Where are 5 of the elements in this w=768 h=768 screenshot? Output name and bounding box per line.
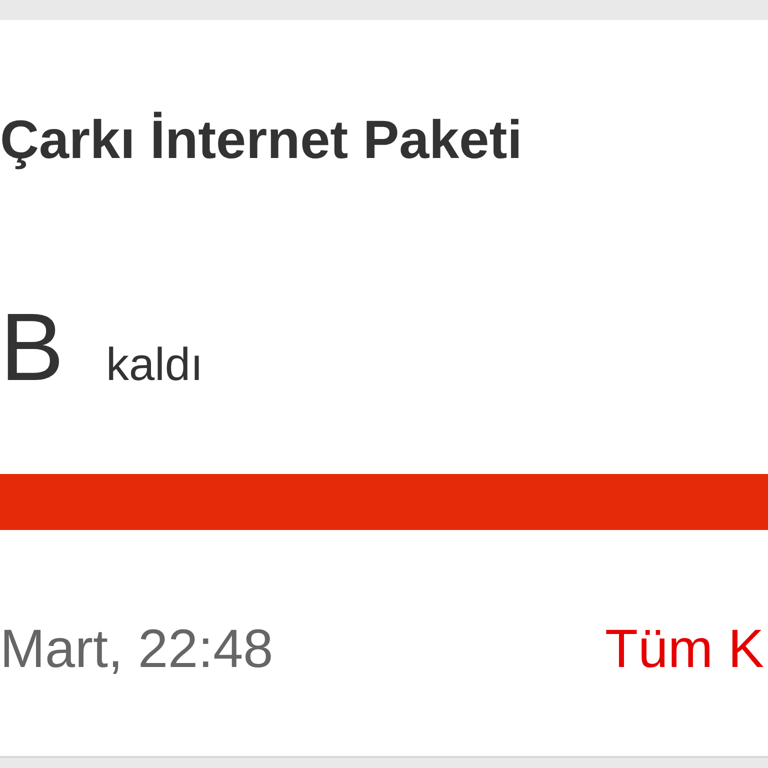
- update-time: Mart, 22:48: [0, 618, 274, 680]
- package-title: Çarkı İnternet Paketi: [0, 109, 524, 172]
- data-amount: B: [0, 298, 64, 398]
- remaining-label: kaldı: [106, 337, 204, 391]
- all-packages-link[interactable]: Tüm K: [604, 618, 764, 680]
